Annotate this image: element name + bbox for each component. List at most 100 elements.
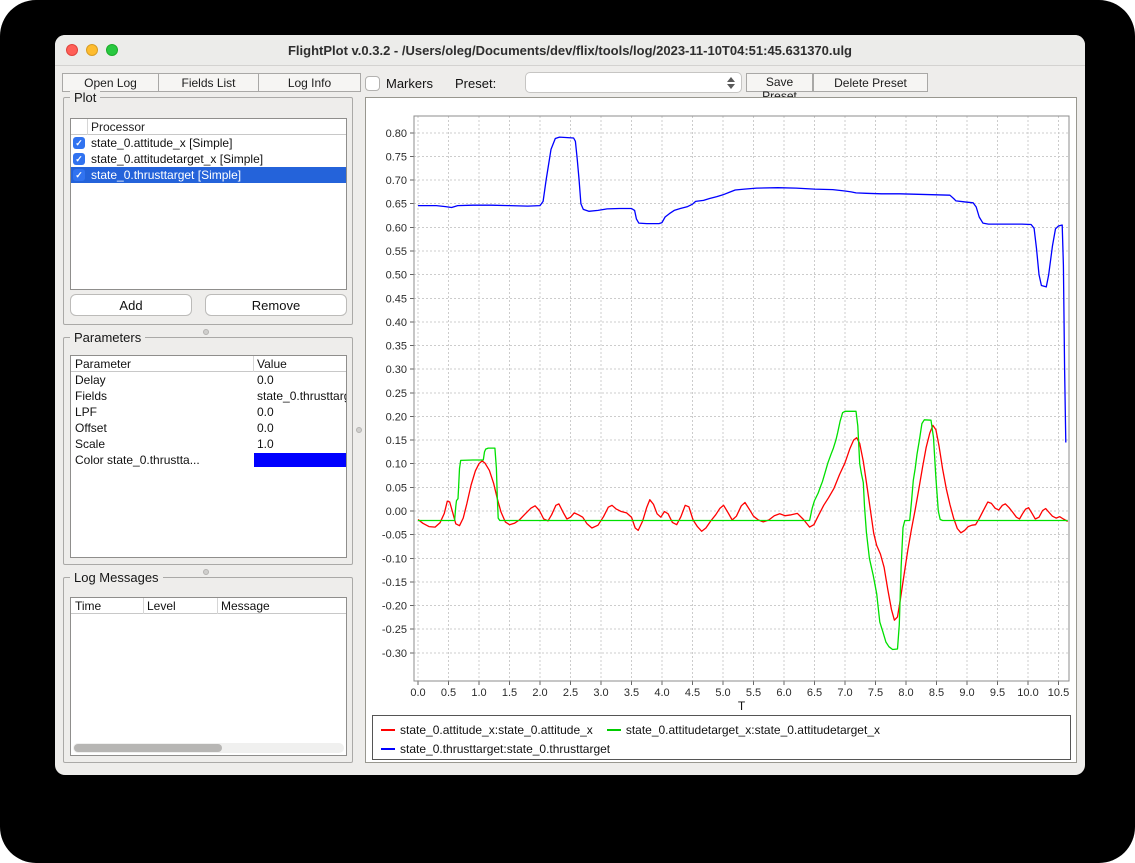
y-tick-label: -0.25 [382,624,407,636]
log-messages-panel: Log Messages Time Level Message [63,577,353,763]
x-tick-label: 10.0 [1017,687,1038,699]
legend-label: state_0.attitudetarget_x:state_0.attitud… [626,723,880,737]
row-checkbox[interactable]: ✓ [73,137,85,149]
y-tick-label: 0.50 [386,270,407,282]
parameter-row[interactable]: Fieldsstate_0.thrusttarget [71,388,346,404]
parameter-color-row[interactable]: Color state_0.thrustta... [71,452,346,468]
row-checkbox[interactable]: ✓ [73,169,85,181]
parameter-name: Offset [75,420,107,436]
parameter-name: Delay [75,372,106,388]
legend-label: state_0.attitude_x:state_0.attitude_x [400,723,593,737]
parameter-value: 0.0 [257,404,274,420]
y-tick-label: 0.40 [386,317,407,329]
y-tick-label: -0.30 [382,648,407,660]
parameter-value: 1.0 [257,436,274,452]
x-tick-label: 1.0 [471,687,486,699]
time-column-header: Time [75,599,101,613]
y-tick-label: 0.20 [386,411,407,423]
delete-preset-button[interactable]: Delete Preset [813,73,928,92]
parameter-row[interactable]: Offset 0.0 [71,420,346,436]
legend-entry: state_0.thrusttarget:state_0.thrusttarge… [381,742,610,756]
parameter-column-header: Parameter [75,357,131,371]
x-tick-label: 6.0 [776,687,791,699]
legend-line-swatch [381,748,395,750]
y-tick-label: -0.20 [382,601,407,613]
processor-row[interactable]: ✓state_0.thrusttarget [Simple] [71,167,346,183]
window-title: FlightPlot v.0.3.2 - /Users/oleg/Documen… [55,35,1085,66]
x-tick-label: 2.5 [563,687,578,699]
screenshot-background: FlightPlot v.0.3.2 - /Users/oleg/Documen… [0,0,1135,863]
titlebar: FlightPlot v.0.3.2 - /Users/oleg/Documen… [55,35,1085,66]
chart-legend: state_0.attitude_x:state_0.attitude_xsta… [372,715,1071,760]
parameter-value: 0.0 [257,420,274,436]
y-tick-label: 0.15 [386,435,407,447]
add-button[interactable]: Add [70,294,192,316]
y-tick-label: 0.35 [386,341,407,353]
save-preset-button[interactable]: Save Preset [746,73,813,92]
parameters-table[interactable]: Parameter Value Delay0.0Fieldsstate_0.th… [70,355,347,558]
x-tick-label: 0.0 [410,687,425,699]
combobox-stepper-icon[interactable] [725,75,737,91]
log-messages-panel-title: Log Messages [70,570,163,585]
x-tick-label: 0.5 [441,687,456,699]
value-column-header: Value [257,357,287,371]
processor-row[interactable]: ✓ state_0.attitude_x [Simple] [71,135,346,151]
legend-entry: state_0.attitudetarget_x:state_0.attitud… [607,723,880,737]
y-tick-label: -0.10 [382,553,407,565]
y-tick-label: -0.05 [382,530,407,542]
plot-area[interactable] [414,116,1069,681]
splitpane-handle[interactable] [203,569,209,575]
log-table-header: Time Level Message [71,598,346,614]
open-log-button[interactable]: Open Log [63,74,159,91]
y-tick-label: 0.55 [386,246,407,258]
parameters-panel-title: Parameters [70,330,145,345]
fields-list-button[interactable]: Fields List [159,74,259,91]
line-chart[interactable]: 0.00.51.01.52.02.53.03.54.04.55.05.56.06… [366,98,1078,714]
remove-button[interactable]: Remove [205,294,347,316]
legend-line-swatch [607,729,621,731]
x-tick-label: 1.5 [502,687,517,699]
y-tick-label: 0.80 [386,128,407,140]
horizontal-scrollbar[interactable] [73,743,344,753]
processor-row-label: state_0.attitude_x [Simple] [91,135,232,151]
processor-table-header: Processor [71,119,346,135]
processor-row[interactable]: ✓ state_0.attitudetarget_x [Simple] [71,151,346,167]
parameter-name: LPF [75,404,97,420]
y-tick-label: 0.70 [386,175,407,187]
processor-row-label: state_0.attitudetarget_x [Simple] [91,151,263,167]
x-axis-label: T [738,699,746,713]
y-tick-label: 0.05 [386,482,407,494]
plot-panel-title: Plot [70,90,100,105]
splitpane-handle[interactable] [203,329,209,335]
legend-line-swatch [381,729,395,731]
color-swatch[interactable] [254,453,347,467]
log-messages-table[interactable]: Time Level Message [70,597,347,756]
parameters-panel: Parameters Parameter Value Delay0.0Field… [63,337,353,565]
y-tick-label: 0.10 [386,459,407,471]
toolbar-button-group: Open Log Fields List Log Info [62,73,361,92]
scrollbar-thumb[interactable] [74,744,222,752]
markers-checkbox[interactable] [365,76,380,91]
flightplot-window: FlightPlot v.0.3.2 - /Users/oleg/Documen… [55,35,1085,775]
parameters-table-header: Parameter Value [71,356,346,372]
parameter-name: Color state_0.thrustta... [75,452,200,468]
x-tick-label: 3.5 [624,687,639,699]
preset-label: Preset: [455,76,496,91]
y-tick-label: 0.45 [386,293,407,305]
x-tick-label: 2.0 [532,687,547,699]
legend-entry: state_0.attitude_x:state_0.attitude_x [381,723,593,737]
y-tick-label: 0.65 [386,199,407,211]
parameter-row[interactable]: Delay0.0 [71,372,346,388]
x-tick-label: 5.5 [746,687,761,699]
x-tick-label: 3.0 [593,687,608,699]
x-tick-label: 9.0 [959,687,974,699]
preset-combobox[interactable] [525,72,742,93]
log-info-button[interactable]: Log Info [259,74,360,91]
x-tick-label: 8.5 [929,687,944,699]
row-checkbox[interactable]: ✓ [73,153,85,165]
processor-table[interactable]: Processor ✓state_0.attitude_x [Simple]✓s… [70,118,347,290]
parameter-row[interactable]: LPF 0.0 [71,404,346,420]
parameter-row[interactable]: Scale1.0 [71,436,346,452]
splitpane-handle[interactable] [356,427,362,433]
x-tick-label: 5.0 [715,687,730,699]
